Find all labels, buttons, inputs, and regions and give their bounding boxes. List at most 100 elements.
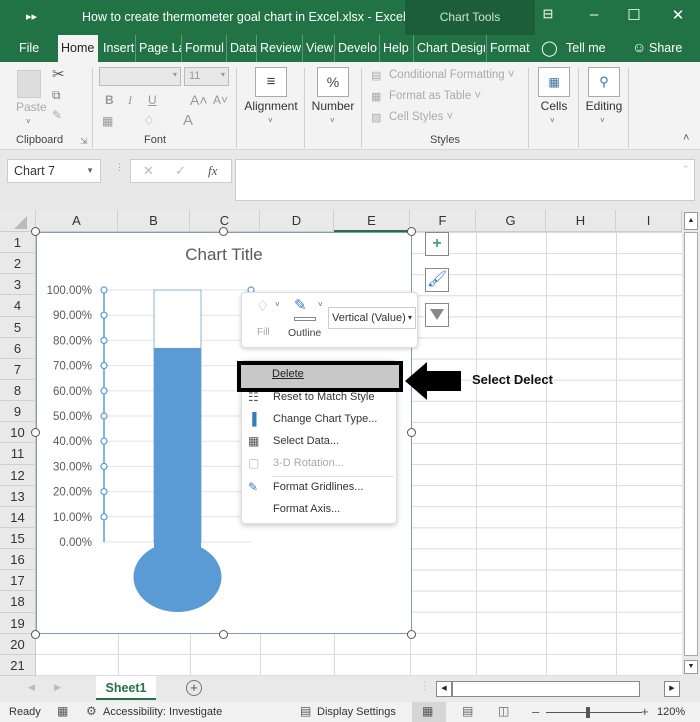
chart-filters-button[interactable]	[425, 303, 449, 327]
formula-input[interactable]	[235, 159, 695, 201]
row-header-19[interactable]: 19	[0, 612, 36, 634]
alignment-button[interactable]: Alignment	[241, 99, 301, 113]
tab-insert[interactable]: Insert	[100, 35, 134, 62]
row-header-5[interactable]: 5	[0, 316, 36, 338]
fill-button[interactable]: Fill	[257, 327, 270, 338]
resize-handle-br[interactable]	[407, 630, 416, 639]
cells-button[interactable]: Cells	[532, 99, 576, 113]
font-color-button[interactable]: A	[183, 112, 193, 129]
normal-view-button[interactable]: ▦	[412, 702, 446, 722]
prev-sheet-button[interactable]: ◀	[28, 682, 35, 693]
row-header-1[interactable]: 1	[0, 232, 36, 254]
fill-bucket-icon[interactable]: ♢	[256, 297, 269, 315]
cells-icon[interactable]: ▦	[538, 67, 570, 97]
resize-handle-tr[interactable]	[407, 227, 416, 236]
tab-help[interactable]: Help	[379, 35, 413, 62]
chart-styles-button[interactable]: 🖌	[425, 268, 449, 292]
expand-formula-icon[interactable]: ⌃	[682, 164, 690, 175]
cut-icon[interactable]: ✂	[52, 65, 65, 83]
chart-elements-button[interactable]: +	[425, 232, 449, 256]
underline-button[interactable]: U	[148, 93, 157, 107]
outline-pen-icon[interactable]: ✎	[294, 296, 307, 314]
add-sheet-button[interactable]: +	[186, 680, 202, 696]
fill-color-icon[interactable]: ♢	[143, 113, 155, 129]
number-button[interactable]: Number	[308, 99, 358, 113]
conditional-formatting-button[interactable]: Conditional Formatting ˅	[389, 69, 515, 81]
search-icon[interactable]: ⚲	[588, 67, 620, 97]
row-header-11[interactable]: 11	[0, 443, 36, 465]
column-header-i[interactable]: I	[616, 210, 682, 232]
column-header-h[interactable]: H	[546, 210, 616, 232]
close-button[interactable]: ✕	[666, 6, 690, 24]
tab-formulas[interactable]: Formul	[181, 35, 226, 62]
column-header-g[interactable]: G	[476, 210, 546, 232]
row-header-9[interactable]: 9	[0, 401, 36, 423]
shrink-font-button[interactable]: A˅	[213, 93, 228, 107]
row-header-20[interactable]: 20	[0, 633, 36, 655]
row-header-6[interactable]: 6	[0, 337, 36, 359]
resize-handle-bc[interactable]	[219, 630, 228, 639]
row-header-21[interactable]: 21	[0, 654, 36, 676]
name-box[interactable]: Chart 7 ▼	[7, 159, 101, 183]
maximize-button[interactable]: ☐	[622, 6, 646, 24]
row-header-12[interactable]: 12	[0, 464, 36, 486]
grow-font-button[interactable]: A˄	[190, 92, 208, 108]
tab-file[interactable]: File	[16, 35, 42, 62]
chart-element-select[interactable]: Vertical (Value) ▾	[328, 307, 416, 329]
row-header-16[interactable]: 16	[0, 549, 36, 571]
font-size-select[interactable]: 11 ▾	[184, 67, 229, 86]
hscroll-left-button[interactable]: ◀	[436, 681, 452, 697]
editing-button[interactable]: Editing	[580, 99, 628, 113]
resize-handle-tc[interactable]	[219, 227, 228, 236]
minimize-button[interactable]: –	[582, 6, 606, 23]
zoom-slider-thumb[interactable]	[586, 707, 590, 718]
tab-home[interactable]: Home	[58, 35, 98, 62]
font-name-select[interactable]: ▾	[99, 67, 181, 86]
column-header-b[interactable]: B	[118, 210, 190, 232]
cell-styles-button[interactable]: Cell Styles ˅	[389, 111, 453, 123]
page-layout-view-icon[interactable]: ▤	[462, 704, 473, 718]
row-header-17[interactable]: 17	[0, 570, 36, 592]
tab-review[interactable]: Review	[256, 35, 302, 62]
bold-button[interactable]: B	[105, 93, 114, 107]
resize-handle-mr[interactable]	[407, 428, 416, 437]
format-as-table-button[interactable]: Format as Table ˅	[389, 90, 481, 102]
tab-format[interactable]: Format	[486, 35, 530, 62]
next-sheet-button[interactable]: ▶	[54, 682, 61, 693]
split-handle[interactable]: ⋮	[420, 681, 430, 692]
menu-item-format-axis[interactable]: Format Axis...	[273, 503, 340, 515]
confirm-entry-button[interactable]: ✓	[175, 163, 186, 179]
menu-item-change-chart-type[interactable]: Change Chart Type...	[273, 413, 377, 425]
outline-button[interactable]: Outline	[288, 327, 321, 339]
row-header-14[interactable]: 14	[0, 506, 36, 528]
tab-view[interactable]: View	[302, 35, 334, 62]
format-painter-icon[interactable]: ✎	[52, 108, 62, 122]
display-settings-button[interactable]: Display Settings	[317, 706, 396, 718]
sheet-tab-sheet1[interactable]: Sheet1	[96, 676, 156, 700]
scroll-down-button[interactable]: ▼	[684, 660, 698, 674]
share-button[interactable]: Share	[649, 41, 682, 55]
resize-handle-tl[interactable]	[31, 227, 40, 236]
menu-item-delete[interactable]: Delete	[272, 368, 304, 380]
row-header-2[interactable]: 2	[0, 253, 36, 275]
macro-recording-icon[interactable]: ▦	[57, 704, 68, 718]
zoom-level[interactable]: 120%	[657, 706, 685, 718]
column-header-e[interactable]: E	[334, 210, 410, 232]
alignment-icon[interactable]: ≡	[255, 67, 287, 97]
column-header-f[interactable]: F	[410, 210, 476, 232]
clipboard-launcher-icon[interactable]: ⇲	[80, 136, 88, 147]
delete-highlight-box[interactable]: Delete	[237, 361, 403, 392]
vertical-scrollbar[interactable]: ▲ ▼	[682, 210, 700, 676]
row-header-15[interactable]: 15	[0, 528, 36, 550]
column-header-d[interactable]: D	[260, 210, 334, 232]
menu-item-format-gridlines[interactable]: Format Gridlines...	[273, 481, 363, 493]
scroll-up-button[interactable]: ▲	[684, 212, 698, 230]
page-break-view-icon[interactable]: ◫	[498, 704, 509, 718]
row-header-8[interactable]: 8	[0, 380, 36, 402]
tab-page-layout[interactable]: Page La	[135, 35, 181, 62]
zoom-in-button[interactable]: +	[641, 704, 649, 719]
number-format-icon[interactable]: %	[317, 67, 349, 97]
zoom-slider-track[interactable]	[546, 712, 642, 713]
column-header-a[interactable]: A	[36, 210, 118, 232]
tab-developer[interactable]: Develo	[334, 35, 379, 62]
